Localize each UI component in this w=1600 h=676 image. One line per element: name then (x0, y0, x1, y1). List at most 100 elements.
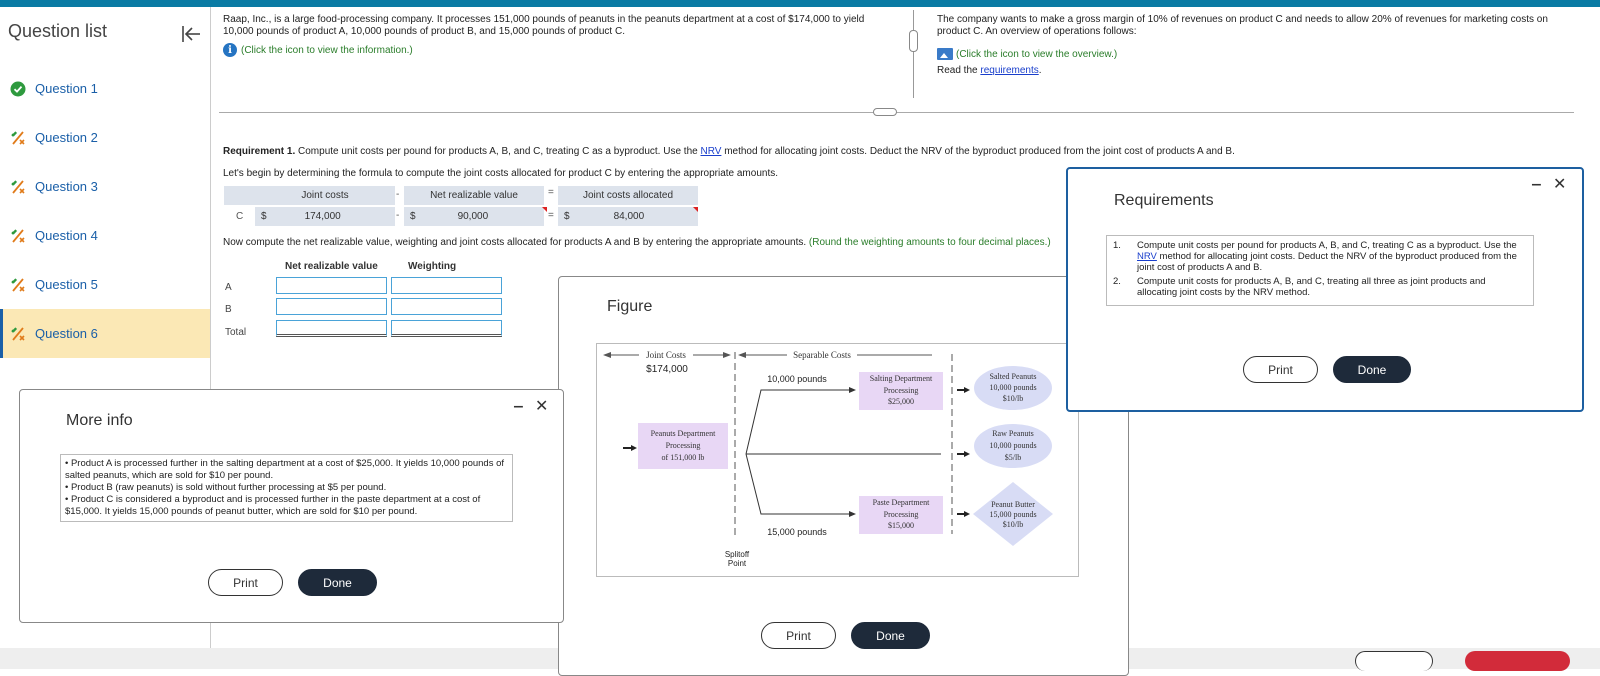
requirements-window: Requirements ‒ ✕ 1. Compute unit costs p… (1066, 167, 1584, 412)
problem-intro: Raap, Inc., is a large food-processing c… (223, 14, 865, 37)
more-info-done-button[interactable]: Done (298, 569, 377, 596)
question-label: Question 1 (35, 81, 98, 96)
weighting-input-a[interactable] (391, 277, 502, 294)
horizontal-resize-handle[interactable] (873, 108, 897, 116)
header-joint-costs: Joint costs (255, 186, 395, 205)
question-item[interactable]: Question 2 (0, 113, 210, 162)
bottom-pounds-label: 15,000 pounds (767, 527, 827, 537)
question-label: Question 4 (35, 228, 98, 243)
salted-line2: 10,000 pounds (989, 383, 1036, 392)
figure-done-button[interactable]: Done (851, 622, 930, 649)
vertical-resize-handle[interactable] (909, 30, 918, 52)
question-label: Question 3 (35, 179, 98, 194)
partial-credit-icon (10, 179, 26, 195)
butter-line1: Peanut Butter (991, 500, 1035, 509)
overview-link[interactable]: (Click the icon to view the overview.) (937, 48, 1117, 60)
more-info-bullet: • Product B (raw peanuts) is sold withou… (65, 482, 387, 493)
dollar-sign: $ (261, 211, 267, 222)
butter-line3: $10/lb (1003, 520, 1023, 529)
req1-text-b: method for allocating joint costs. Deduc… (721, 146, 1235, 157)
minimize-icon[interactable]: ‒ (514, 398, 523, 416)
dollar-sign: $ (410, 211, 416, 222)
requirements-done-button[interactable]: Done (1333, 356, 1411, 383)
raw-line1: Raw Peanuts (992, 429, 1034, 438)
nrv-instruction: Now compute the net realizable value, we… (223, 237, 1073, 248)
read-suffix: . (1038, 65, 1042, 76)
separable-costs-label: Separable Costs (793, 350, 851, 360)
joint-costs-value: 174,000 (304, 211, 341, 222)
header-minus: - (396, 189, 400, 200)
paste-line1: Paste Department (873, 498, 930, 507)
vertical-divider (913, 10, 914, 98)
info-link-text[interactable]: (Click the icon to view the information.… (241, 45, 413, 56)
question-item[interactable]: Question 6 (0, 309, 210, 358)
col-header-nrv: Net realizable value (285, 261, 378, 272)
formula-row: Joint costs Net realizable value Joint c… (224, 186, 698, 227)
requirement-text: Compute unit costs per pound for product… (1137, 240, 1527, 273)
figure-window: Figure Joint Costs $174,000 Separable Co… (558, 276, 1129, 676)
nrv-instruction-text: Now compute the net realizable value, we… (223, 237, 809, 248)
close-icon[interactable]: ✕ (1553, 174, 1566, 194)
paste-line3: $15,000 (888, 521, 914, 530)
requirement-text: Compute unit costs for products A, B, an… (1137, 276, 1486, 298)
read-requirements: Read the requirements. (937, 65, 1042, 76)
top-accent-bar (0, 0, 1600, 7)
formula-header-blank (224, 186, 255, 205)
weighting-input-b[interactable] (391, 298, 502, 315)
nrv-value: 90,000 (457, 211, 489, 222)
minimize-icon[interactable]: ‒ (1532, 176, 1541, 194)
req-text-a: Compute unit costs per pound for product… (1137, 240, 1517, 251)
salting-line2: Processing (884, 386, 919, 395)
sidebar-title: Question list (8, 21, 108, 41)
splitoff-line1: Splitoff (725, 550, 750, 559)
bottom-outline-button[interactable] (1355, 651, 1433, 671)
requirement-item-1: 1. Compute unit costs per pound for prod… (1113, 240, 1527, 273)
question-label: Question 5 (35, 277, 98, 292)
collapse-sidebar-icon[interactable] (180, 24, 202, 44)
more-info-print-button[interactable]: Print (208, 569, 283, 596)
figure-print-button[interactable]: Print (761, 622, 836, 649)
info-icon[interactable]: i (223, 43, 237, 57)
figure-frame: Joint Costs $174,000 Separable Costs Pea… (596, 343, 1079, 577)
question-item[interactable]: Question 5 (0, 260, 210, 309)
overview-link-text[interactable]: (Click the icon to view the overview.) (956, 49, 1117, 60)
peanuts-dept-line1: Peanuts Department (651, 429, 716, 438)
read-prefix: Read the (937, 65, 981, 76)
question-item[interactable]: Question 4 (0, 211, 210, 260)
nrv-link[interactable]: NRV (1137, 251, 1157, 262)
joint-costs-cell[interactable]: $ 174,000 (255, 207, 395, 226)
info-link[interactable]: i (Click the icon to view the informatio… (223, 43, 413, 57)
nrv-input-total[interactable] (276, 320, 387, 337)
splitoff-line2: Point (728, 559, 747, 568)
close-icon[interactable]: ✕ (535, 396, 548, 416)
joint-allocated-cell[interactable]: $ 84,000 (558, 207, 698, 226)
raw-line3: $5/lb (1005, 453, 1021, 462)
req-text-b: method for allocating joint costs. Deduc… (1137, 251, 1517, 273)
question-item[interactable]: Question 3 (0, 162, 210, 211)
question-item[interactable]: Question 1 (0, 64, 210, 113)
nrv-cell[interactable]: $ 90,000 (404, 207, 544, 226)
row-label-a: A (225, 282, 232, 293)
header-joint-costs-allocated: Joint costs allocated (558, 186, 698, 205)
branch-bottom (745, 453, 852, 515)
requirements-link[interactable]: requirements (980, 65, 1038, 76)
more-info-title: More info (66, 412, 133, 429)
row-label-b: B (225, 304, 232, 315)
begin-instruction: Let's begin by determining the formula t… (223, 168, 779, 179)
requirements-print-button[interactable]: Print (1243, 356, 1318, 383)
nrv-input-a[interactable] (276, 277, 387, 294)
formula-minus: - (396, 210, 400, 221)
image-icon[interactable] (937, 48, 953, 60)
nrv-link[interactable]: NRV (700, 146, 721, 157)
check-circle-icon (10, 81, 26, 97)
more-info-content: • Product A is processed further in the … (60, 454, 513, 522)
formula-row-label: C (236, 211, 244, 222)
bottom-red-button[interactable] (1465, 651, 1570, 671)
problem-right-intro: The company wants to make a gross margin… (937, 14, 1548, 37)
raw-line2: 10,000 pounds (989, 441, 1036, 450)
requirement-1-label: Requirement 1. (223, 146, 296, 157)
salted-line1: Salted Peanuts (990, 372, 1037, 381)
branch-top (745, 389, 852, 455)
nrv-input-b[interactable] (276, 298, 387, 315)
weighting-input-total[interactable] (391, 320, 502, 337)
